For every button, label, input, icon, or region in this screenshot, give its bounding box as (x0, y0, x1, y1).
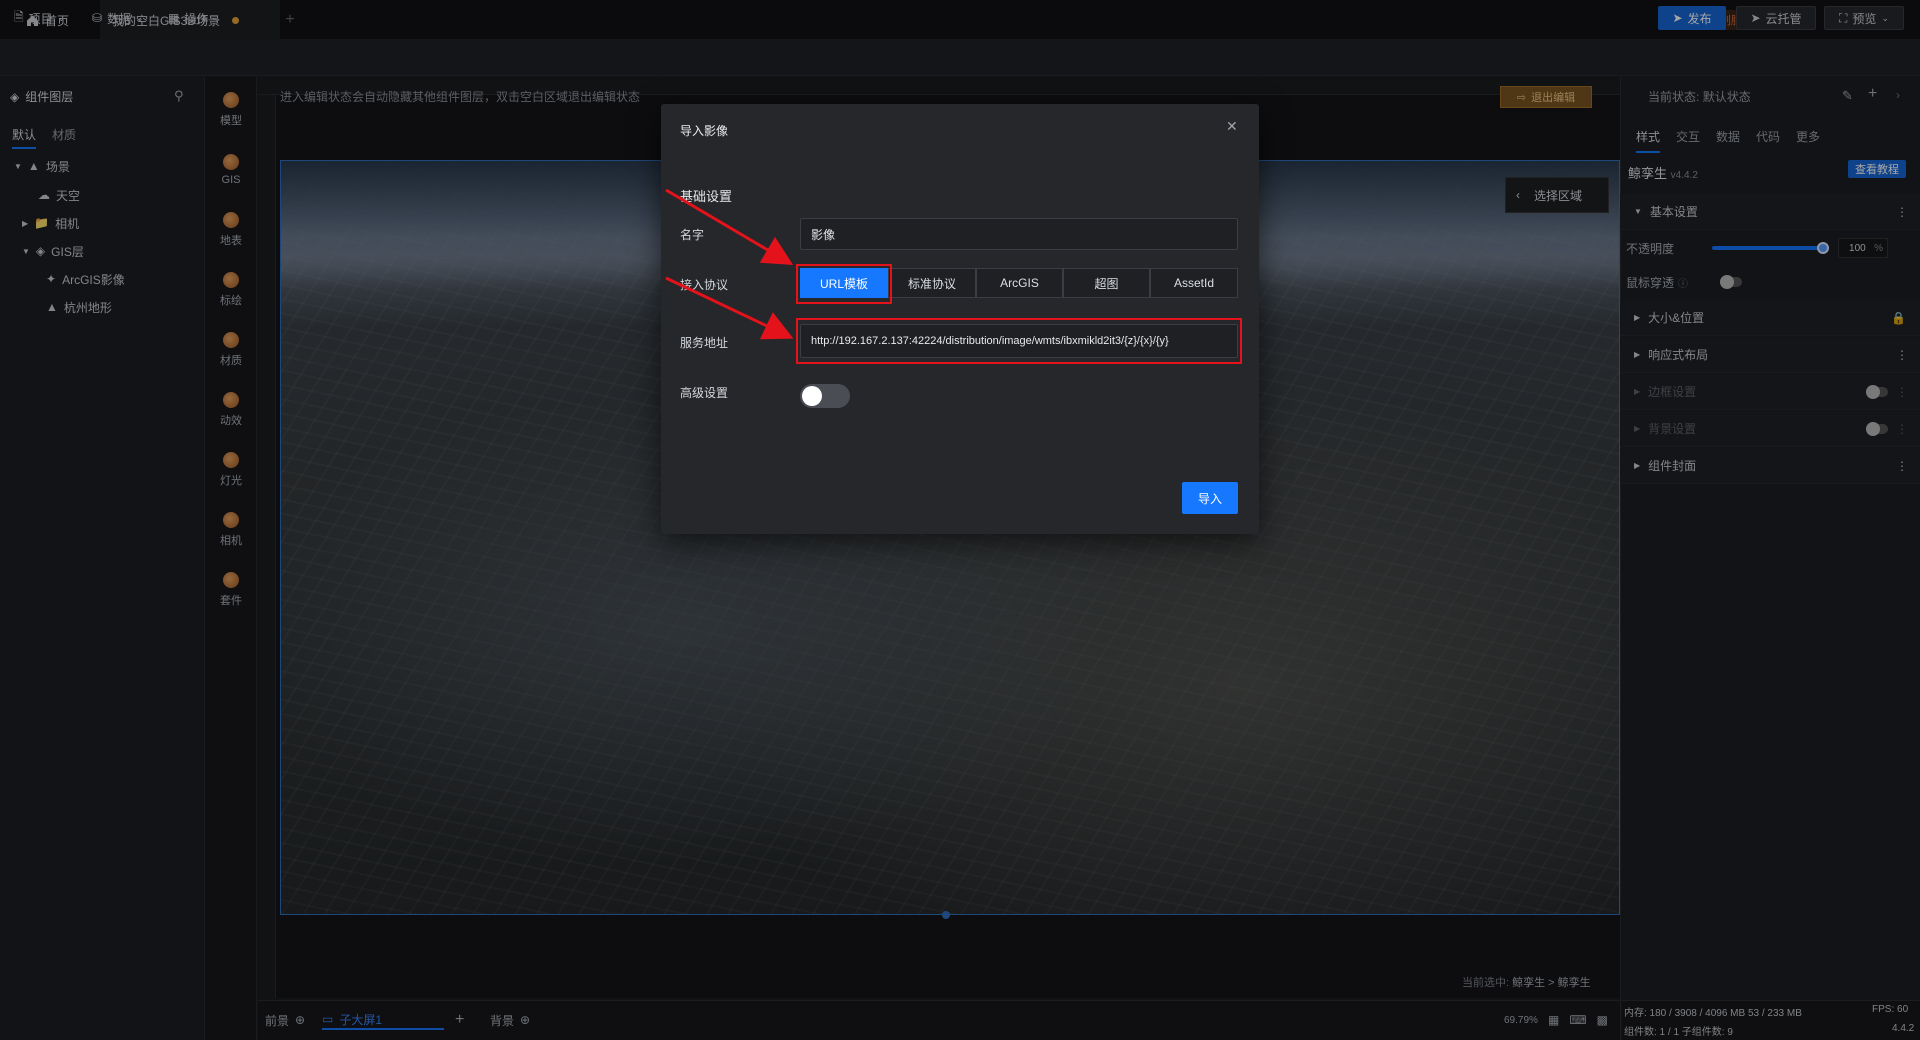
advanced-label: 高级设置 (680, 386, 729, 400)
service-url-field[interactable] (800, 324, 1238, 358)
name-field[interactable] (800, 218, 1238, 250)
protocol-arcgis[interactable]: ArcGIS (976, 268, 1063, 298)
protocol-assetid[interactable]: AssetId (1150, 268, 1238, 298)
arrow-to-url (665, 276, 794, 340)
close-icon[interactable]: ✕ (1226, 118, 1238, 135)
annotation-arrows (665, 188, 794, 340)
protocol-supermap[interactable]: 超图 (1063, 268, 1150, 298)
protocol-url-template[interactable]: URL模板 (800, 268, 888, 298)
arrow-to-protocol (665, 188, 794, 266)
advanced-toggle[interactable] (800, 384, 850, 408)
protocol-standard[interactable]: 标准协议 (888, 268, 976, 298)
import-button[interactable]: 导入 (1182, 482, 1238, 514)
dialog-title: 导入影像 (680, 124, 729, 138)
